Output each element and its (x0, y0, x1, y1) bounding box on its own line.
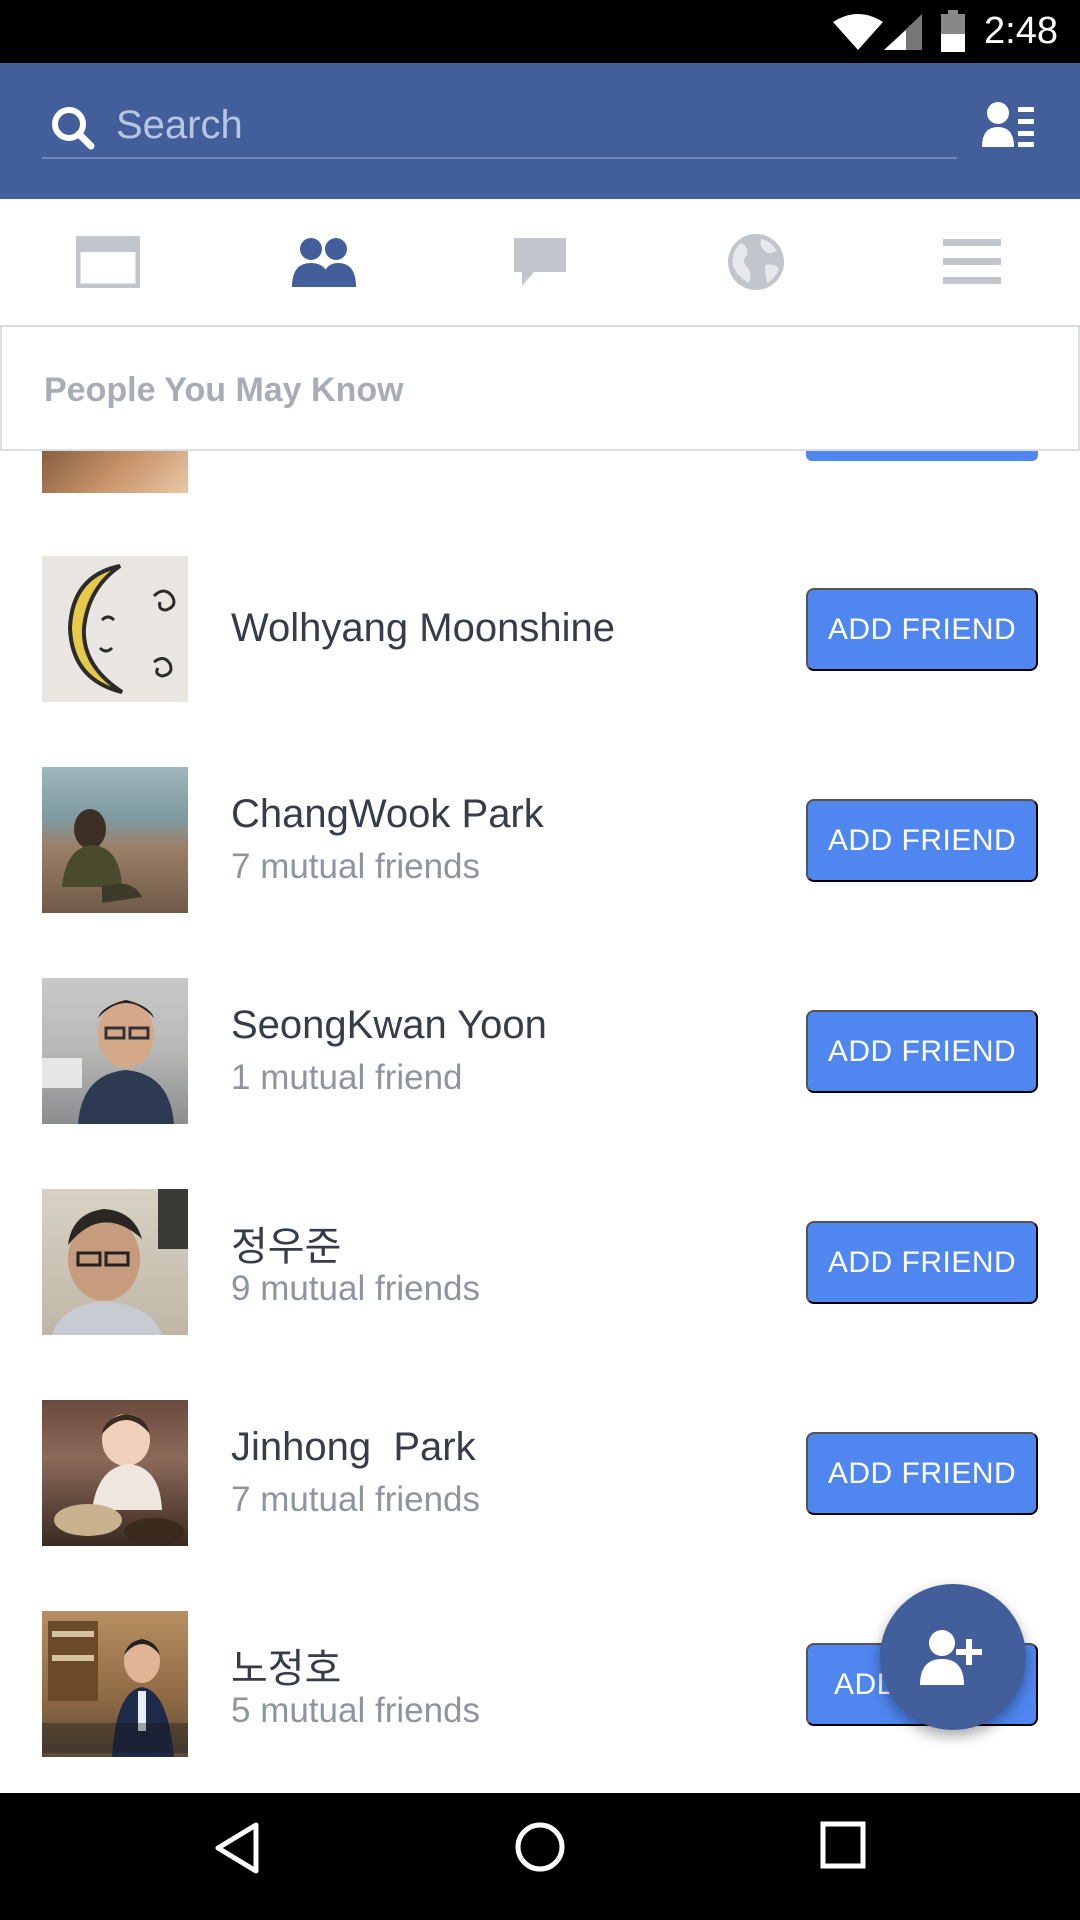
add-friend-button[interactable]: ADD FRIEND (806, 1432, 1038, 1515)
tab-friend-requests[interactable] (216, 199, 432, 325)
battery-icon (941, 10, 965, 52)
recents-icon[interactable] (820, 1821, 866, 1869)
mutual-friends: 1 mutual friend (231, 1058, 463, 1097)
add-friend-button[interactable]: ADD FRIEND (806, 588, 1038, 671)
list-item[interactable]: Wolhyang Moonshine ADD FRIEND (0, 556, 1080, 767)
person-name[interactable]: ChangWook Park (231, 792, 544, 837)
avatar[interactable] (42, 556, 188, 702)
person-photo (42, 1000, 174, 1124)
search-header: Search (0, 63, 1080, 199)
moon-image (42, 556, 188, 702)
person-name[interactable]: Wolhyang Moonshine (231, 606, 615, 651)
avatar[interactable] (42, 1400, 188, 1546)
child-photo (54, 1414, 184, 1546)
tab-news-feed[interactable] (0, 199, 216, 325)
globe-icon (728, 234, 784, 290)
tab-messages[interactable] (432, 199, 648, 325)
avatar[interactable] (42, 1189, 188, 1335)
list-item[interactable]: 정우준 9 mutual friends ADD FRIEND (0, 1189, 1080, 1400)
news-feed-icon (76, 236, 140, 288)
search-input[interactable]: Search (42, 93, 957, 159)
status-bar: 2:48 (0, 0, 1080, 63)
person-name[interactable]: SeongKwan Yoon (231, 1003, 547, 1048)
list-item[interactable]: ChangWook Park 7 mutual friends ADD FRIE… (0, 767, 1080, 978)
section-title: People You May Know (44, 371, 404, 409)
nav-tabs (0, 199, 1080, 327)
add-friend-button[interactable]: ADD FRIEND (806, 1221, 1038, 1304)
person-name[interactable]: 노정호 (231, 1636, 341, 1694)
person-photo (52, 1189, 188, 1335)
friends-icon (292, 238, 356, 287)
list-item[interactable]: SeongKwan Yoon 1 mutual friend ADD FRIEN… (0, 978, 1080, 1189)
person-photo (42, 1621, 188, 1757)
home-icon[interactable] (514, 1821, 566, 1873)
list-item[interactable]: Jinhong Park 7 mutual friends ADD FRIEND (0, 1400, 1080, 1611)
clock: 2:48 (984, 10, 1058, 52)
messages-icon (514, 238, 566, 286)
mutual-friends: 5 mutual friends (231, 1691, 481, 1730)
menu-icon (943, 239, 1001, 284)
tab-more[interactable] (864, 199, 1080, 325)
add-friend-button[interactable] (806, 451, 1038, 461)
avatar[interactable] (42, 1611, 188, 1757)
search-placeholder: Search (116, 103, 243, 147)
add-friend-fab[interactable] (880, 1584, 1026, 1730)
tab-notifications[interactable] (648, 199, 864, 325)
mutual-friends: 7 mutual friends (231, 847, 481, 886)
wifi-icon (833, 14, 883, 50)
add-friend-button[interactable]: ADD FRIEND (806, 799, 1038, 882)
avatar[interactable] (42, 978, 188, 1124)
system-nav-bar (0, 1793, 1080, 1920)
avatar[interactable] (42, 451, 188, 493)
add-friend-icon (920, 1630, 982, 1685)
avatar[interactable] (42, 767, 188, 913)
mutual-friends: 7 mutual friends (231, 1480, 481, 1519)
section-header: People You May Know (0, 327, 1080, 451)
mutual-friends: 9 mutual friends (231, 1269, 481, 1308)
person-name[interactable]: 정우준 (231, 1214, 341, 1272)
cell-signal-icon (884, 14, 922, 50)
person-name[interactable]: Jinhong Park (231, 1425, 476, 1470)
search-icon (52, 107, 95, 150)
person-photo (62, 809, 142, 903)
back-icon[interactable] (212, 1821, 262, 1875)
add-friend-button[interactable]: ADD FRIEND (806, 1010, 1038, 1093)
friends-list-icon[interactable] (982, 101, 1036, 149)
